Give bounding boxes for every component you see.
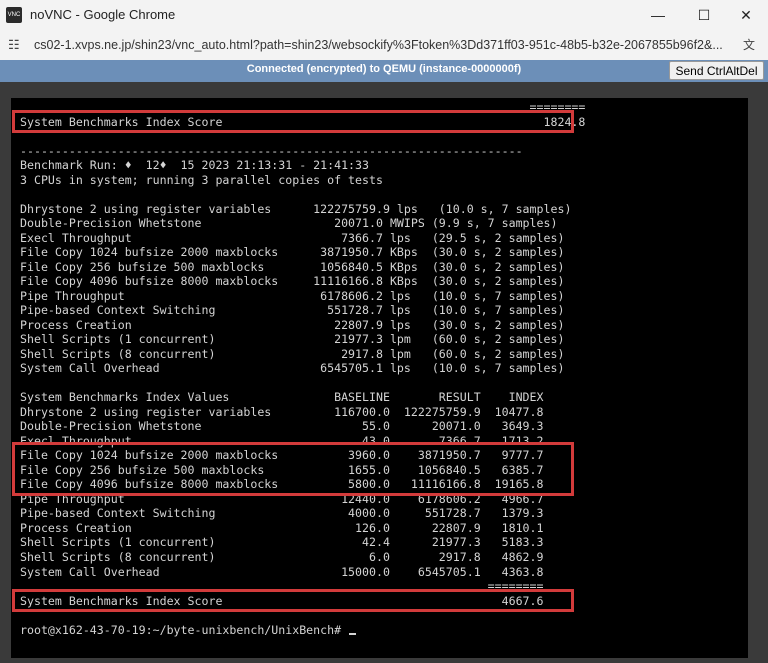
highlight-index-score-2 (12, 589, 574, 612)
terminal-line: ----------------------------------------… (20, 143, 523, 158)
window-title: noVNC - Google Chrome (30, 7, 176, 22)
terminal-line: 3 CPUs in system; running 3 parallel cop… (20, 172, 383, 187)
terminal-line: Process Creation 126.0 22807.9 1810.1 (20, 520, 544, 535)
terminal-line: File Copy 256 bufsize 500 maxblocks 1056… (20, 259, 565, 274)
highlight-file-copy-rows (12, 442, 574, 496)
minimize-icon[interactable]: — (638, 3, 678, 27)
terminal-line: Shell Scripts (8 concurrent) 2917.8 lpm … (20, 346, 565, 361)
send-ctrl-alt-del-button[interactable]: Send CtrlAltDel (669, 61, 764, 80)
shell-prompt: root@x162-43-70-19:~/byte-unixbench/Unix… (20, 623, 585, 638)
translate-icon[interactable]: 文 (740, 37, 758, 53)
terminal-line: Dhrystone 2 using register variables 122… (20, 201, 572, 216)
novnc-control-bar: Connected (encrypted) to QEMU (instance-… (0, 60, 768, 82)
terminal-line: Pipe-based Context Switching 551728.7 lp… (20, 303, 565, 318)
terminal-line: Shell Scripts (1 concurrent) 42.4 21977.… (20, 535, 544, 550)
terminal-line: Double-Precision Whetstone 55.0 20071.0 … (20, 419, 544, 434)
terminal-line: File Copy 1024 bufsize 2000 maxblocks 38… (20, 245, 565, 260)
terminal-cursor (349, 632, 357, 635)
terminal-line: System Benchmarks Index Values BASELINE … (20, 390, 544, 405)
address-bar: ☷ cs02-1.xvps.ne.jp/shin23/vnc_auto.html… (0, 30, 768, 60)
terminal-line: Process Creation 22807.9 lps (30.0 s, 2 … (20, 317, 565, 332)
window-titlebar: VNC noVNC - Google Chrome — ☐ ✕ (0, 0, 768, 30)
terminal-line: Double-Precision Whetstone 20071.0 MWIPS… (20, 216, 558, 231)
terminal-line: Benchmark Run: ♦ 12♦ 15 2023 21:13:31 - … (20, 158, 370, 173)
url-field[interactable]: cs02-1.xvps.ne.jp/shin23/vnc_auto.html?p… (34, 38, 734, 52)
maximize-icon[interactable]: ☐ (684, 3, 724, 27)
terminal-line: Shell Scripts (1 concurrent) 21977.3 lpm… (20, 332, 565, 347)
connection-status: Connected (encrypted) to QEMU (instance-… (246, 63, 522, 75)
terminal-line: System Call Overhead 15000.0 6545705.1 4… (20, 564, 544, 579)
terminal-line: Pipe-based Context Switching 4000.0 5517… (20, 506, 544, 521)
terminal-line: File Copy 4096 bufsize 8000 maxblocks 11… (20, 274, 565, 289)
site-info-icon[interactable]: ☷ (8, 37, 26, 53)
terminal-line: Pipe Throughput 6178606.2 lps (10.0 s, 7… (20, 288, 565, 303)
terminal-line: Shell Scripts (8 concurrent) 6.0 2917.8 … (20, 549, 544, 564)
novnc-app-icon: VNC (6, 7, 22, 23)
terminal-line: System Call Overhead 6545705.1 lps (10.0… (20, 361, 565, 376)
highlight-index-score-1 (12, 110, 574, 133)
terminal-line: Execl Throughput 7366.7 lps (29.5 s, 2 s… (20, 230, 565, 245)
remote-screen[interactable]: ======== System Benchmarks Index Score 18… (11, 98, 748, 658)
terminal-output: ======== System Benchmarks Index Score 18… (20, 100, 585, 637)
terminal-line: Dhrystone 2 using register variables 116… (20, 404, 544, 419)
close-icon[interactable]: ✕ (726, 3, 766, 27)
vnc-viewport: ======== System Benchmarks Index Score 18… (0, 82, 768, 663)
